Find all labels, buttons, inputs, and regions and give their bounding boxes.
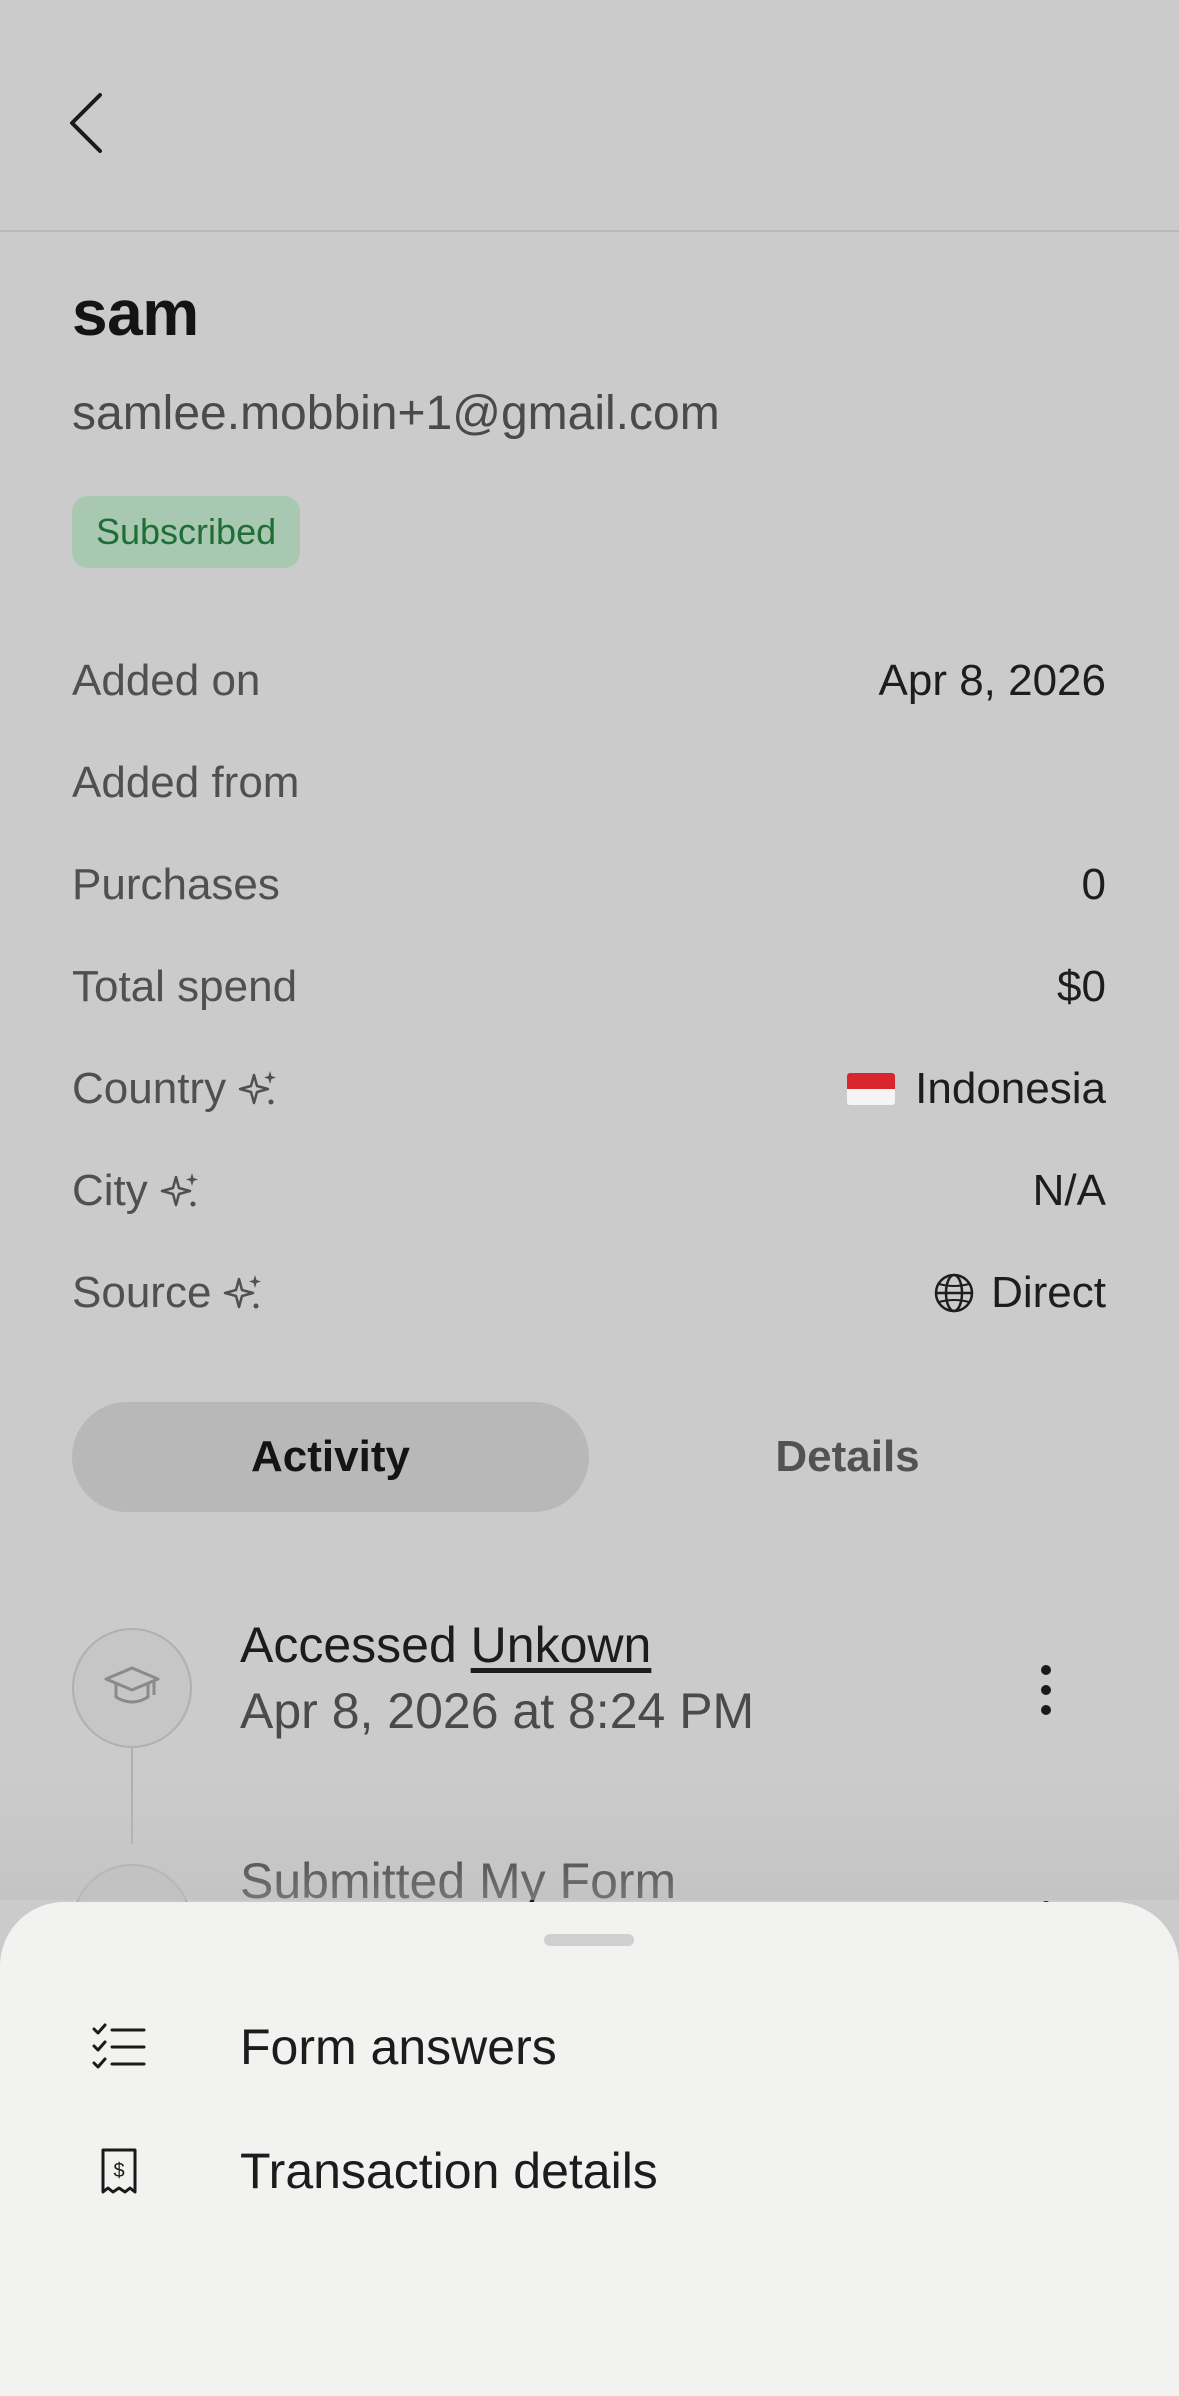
back-button[interactable] [56, 86, 116, 160]
total-spend-value: $0 [1057, 962, 1106, 1011]
bottom-sheet: Form answers $ Transaction details [0, 1902, 1179, 2396]
total-spend-label: Total spend [72, 962, 298, 1011]
source-value-wrap: Direct [933, 1268, 1106, 1318]
contact-email: samlee.mobbin+1@gmail.com [72, 387, 720, 440]
sheet-item-label: Form answers [240, 2019, 557, 2075]
chevron-left-icon [70, 93, 102, 153]
country-label: Country [72, 1064, 227, 1113]
added-on-value: Apr 8, 2026 [878, 656, 1107, 705]
more-options-button[interactable] [1016, 1650, 1076, 1730]
activity-title: Accessed Unkown [240, 1616, 651, 1674]
country-label-wrap: Country [72, 1064, 278, 1114]
added-on-label: Added on [72, 656, 261, 705]
country-value: Indonesia [915, 1064, 1106, 1113]
indonesia-flag-icon [847, 1073, 896, 1105]
graduation-cap-icon [72, 1628, 192, 1748]
country-value-wrap: Indonesia [847, 1064, 1106, 1114]
info-row-added-on: Added on Apr 8, 2026 [72, 630, 1106, 732]
sheet-item-form-answers[interactable]: Form answers [0, 1992, 1179, 2102]
activity-title-link[interactable]: Unkown [471, 1617, 652, 1673]
tab-bar: Activity Details [72, 1402, 1106, 1512]
checklist-icon [86, 2014, 152, 2080]
sparkle-icon [223, 1273, 263, 1313]
source-label: Source [72, 1268, 212, 1317]
more-vertical-icon [1041, 1665, 1051, 1715]
info-row-country: Country Indonesia [72, 1038, 1106, 1140]
source-label-wrap: Source [72, 1268, 263, 1318]
sparkle-icon [238, 1069, 278, 1109]
tab-details[interactable]: Details [589, 1402, 1106, 1512]
tab-activity[interactable]: Activity [72, 1402, 589, 1512]
purchases-value: 0 [1081, 860, 1106, 909]
status-badge: Subscribed [72, 496, 301, 568]
contact-detail-screen: sam samlee.mobbin+1@gmail.com Subscribed… [0, 0, 1179, 2396]
source-value: Direct [991, 1268, 1106, 1317]
info-row-added-from: Added from [72, 732, 1106, 834]
activity-title-prefix: Accessed [240, 1617, 471, 1673]
info-row-source: Source Direct [72, 1242, 1106, 1344]
svg-text:$: $ [113, 2160, 124, 2182]
added-from-label: Added from [72, 758, 300, 807]
city-value: N/A [1032, 1166, 1106, 1215]
activity-time: Apr 8, 2026 at 8:24 PM [240, 1683, 755, 1739]
sheet-drag-handle[interactable] [544, 1934, 634, 1946]
sparkle-icon [160, 1171, 200, 1211]
scrim-gradient [0, 1780, 1179, 1900]
info-row-total-spend: Total spend $0 [72, 936, 1106, 1038]
purchases-label: Purchases [72, 860, 280, 909]
globe-icon [933, 1272, 975, 1314]
top-bar [0, 0, 1179, 232]
sheet-item-transaction-details[interactable]: $ Transaction details [0, 2116, 1179, 2226]
receipt-icon: $ [86, 2138, 152, 2204]
info-row-purchases: Purchases 0 [72, 834, 1106, 936]
sheet-item-label: Transaction details [240, 2143, 658, 2199]
info-row-city: City N/A [72, 1140, 1106, 1242]
contact-info-list: Added on Apr 8, 2026 Added from Purchase… [72, 630, 1106, 1344]
city-label: City [72, 1166, 148, 1215]
city-label-wrap: City [72, 1166, 200, 1216]
contact-name: sam [72, 277, 199, 349]
